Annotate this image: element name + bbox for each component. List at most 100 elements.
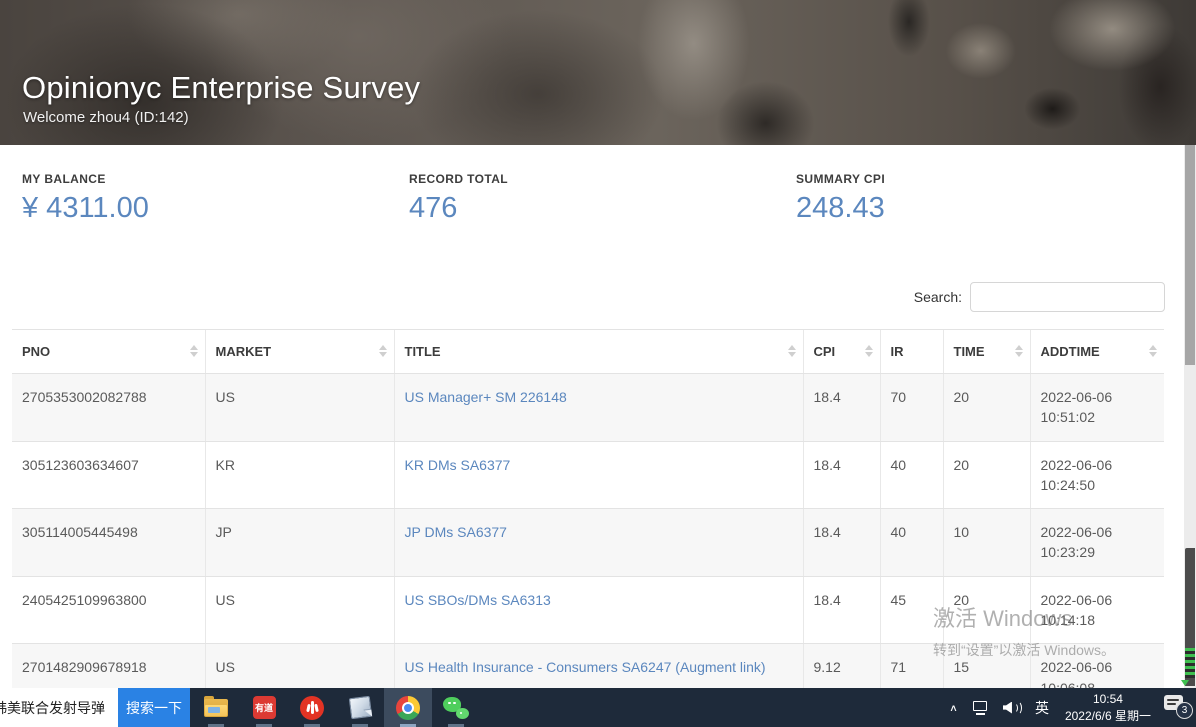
file-explorer-icon	[204, 699, 228, 717]
cell-time: 10	[943, 509, 1030, 577]
cell-addtime: 2022-06-06 10:23:29	[1030, 509, 1164, 577]
cell-time: 20	[943, 441, 1030, 509]
scrollbar-thumb[interactable]	[1185, 145, 1195, 365]
notification-badge: 3	[1176, 702, 1193, 719]
taskbar-item-ximalaya[interactable]	[288, 688, 336, 727]
stat-label: MY BALANCE	[22, 172, 409, 186]
cell-pno: 305123603634607	[12, 441, 205, 509]
survey-title-link[interactable]: KR DMs SA6377	[405, 457, 511, 473]
cell-market: US	[205, 374, 394, 442]
sort-icon[interactable]	[379, 345, 387, 357]
cell-title: JP DMs SA6377	[394, 509, 803, 577]
table-search: Search:	[914, 282, 1165, 312]
stat-value: 248.43	[796, 192, 1183, 225]
download-indicator[interactable]	[1185, 548, 1195, 686]
ximalaya-audio-icon	[300, 696, 324, 720]
table-row: 305114005445498 JP JP DMs SA6377 18.4 40…	[12, 509, 1164, 577]
cell-time: 20	[943, 576, 1030, 644]
column-header-title[interactable]: TITLE	[394, 330, 803, 374]
table-row: 2405425109963800 US US SBOs/DMs SA6313 1…	[12, 576, 1164, 644]
search-input[interactable]	[970, 282, 1165, 312]
cell-market: KR	[205, 441, 394, 509]
tray-volume[interactable]	[996, 688, 1028, 727]
download-arrow-icon	[1181, 680, 1189, 686]
network-icon	[972, 701, 989, 715]
cell-pno: 2405425109963800	[12, 576, 205, 644]
cell-cpi: 18.4	[803, 576, 880, 644]
survey-title-link[interactable]: US SBOs/DMs SA6313	[405, 592, 551, 608]
column-header-market[interactable]: MARKET	[205, 330, 394, 374]
taskbar-item-wechat[interactable]	[432, 688, 480, 727]
sort-icon[interactable]	[788, 345, 796, 357]
cell-addtime: 2022-06-06 10:14:18	[1030, 576, 1164, 644]
column-header-pno[interactable]: PNO	[12, 330, 205, 374]
survey-title-link[interactable]: JP DMs SA6377	[405, 524, 507, 540]
chevron-up-icon: ∧	[949, 702, 958, 713]
stat-my-balance: MY BALANCE ¥ 4311.00	[22, 172, 409, 225]
table-row: 2705353002082788 US US Manager+ SM 22614…	[12, 374, 1164, 442]
taskbar-item-chrome[interactable]	[384, 688, 432, 727]
cell-cpi: 18.4	[803, 441, 880, 509]
taskbar-item-notepad[interactable]	[336, 688, 384, 727]
page: Opinionyc Enterprise Survey Welcome zhou…	[0, 0, 1196, 727]
tray-language[interactable]: 英	[1028, 688, 1056, 727]
windows-taskbar: 韩美联合发射导弹 搜索一下 有道	[0, 688, 1196, 727]
cell-market: JP	[205, 509, 394, 577]
tray-notification-center[interactable]: 3	[1160, 688, 1194, 727]
survey-table: PNO MARKET TITLE CPI IR TIME ADDTIME 270…	[12, 329, 1164, 712]
stats-row: MY BALANCE ¥ 4311.00 RECORD TOTAL 476 SU…	[22, 172, 1183, 225]
cell-title: US SBOs/DMs SA6313	[394, 576, 803, 644]
column-header-ir[interactable]: IR	[880, 330, 943, 374]
cell-ir: 45	[880, 576, 943, 644]
stat-record-total: RECORD TOTAL 476	[409, 172, 796, 225]
page-title: Opinionyc Enterprise Survey	[22, 70, 420, 106]
taskbar-apps: 有道	[192, 688, 480, 727]
download-progress-stripes	[1185, 648, 1195, 678]
cell-ir: 40	[880, 509, 943, 577]
table-row: 305123603634607 KR KR DMs SA6377 18.4 40…	[12, 441, 1164, 509]
cell-time: 20	[943, 374, 1030, 442]
survey-title-link[interactable]: US Health Insurance - Consumers SA6247 (…	[405, 659, 766, 675]
tray-network[interactable]	[965, 688, 996, 727]
cell-addtime: 2022-06-06 10:51:02	[1030, 374, 1164, 442]
taskbar-search-button[interactable]: 搜索一下	[118, 688, 190, 727]
cell-pno: 305114005445498	[12, 509, 205, 577]
column-header-addtime[interactable]: ADDTIME	[1030, 330, 1164, 374]
survey-title-link[interactable]: US Manager+ SM 226148	[405, 389, 567, 405]
cell-pno: 2705353002082788	[12, 374, 205, 442]
taskbar-search-box[interactable]: 韩美联合发射导弹	[0, 688, 118, 727]
search-label: Search:	[914, 289, 962, 305]
clock-date: 2022/6/6 星期一	[1065, 708, 1151, 724]
stat-summary-cpi: SUMMARY CPI 248.43	[796, 172, 1183, 225]
system-tray: ∧ 英 10:54 2022/6/6 星期一	[942, 688, 1196, 727]
taskbar-item-youdao[interactable]: 有道	[240, 688, 288, 727]
sort-icon[interactable]	[1149, 345, 1157, 357]
speaker-icon	[1003, 701, 1021, 715]
cell-market: US	[205, 576, 394, 644]
tray-show-hidden-icons[interactable]: ∧	[942, 688, 965, 727]
notepad-icon	[348, 696, 371, 719]
sort-icon[interactable]	[1015, 345, 1023, 357]
stat-value: 476	[409, 192, 796, 225]
chrome-browser-icon	[396, 696, 420, 720]
cell-cpi: 18.4	[803, 374, 880, 442]
sort-icon[interactable]	[190, 345, 198, 357]
table-header-row: PNO MARKET TITLE CPI IR TIME ADDTIME	[12, 330, 1164, 374]
stat-value: ¥ 4311.00	[22, 192, 409, 225]
cell-cpi: 18.4	[803, 509, 880, 577]
tray-clock[interactable]: 10:54 2022/6/6 星期一	[1056, 691, 1160, 723]
column-header-cpi[interactable]: CPI	[803, 330, 880, 374]
sort-icon[interactable]	[865, 345, 873, 357]
language-indicator: 英	[1035, 698, 1049, 718]
column-header-time[interactable]: TIME	[943, 330, 1030, 374]
cell-addtime: 2022-06-06 10:24:50	[1030, 441, 1164, 509]
clock-time: 10:54	[1093, 691, 1123, 707]
welcome-text: Welcome zhou4 (ID:142)	[23, 109, 189, 126]
stat-label: RECORD TOTAL	[409, 172, 796, 186]
wechat-icon	[443, 696, 469, 720]
taskbar-search-text: 韩美联合发射导弹	[0, 698, 105, 718]
taskbar-item-file-explorer[interactable]	[192, 688, 240, 727]
stat-label: SUMMARY CPI	[796, 172, 1183, 186]
cell-ir: 40	[880, 441, 943, 509]
cell-title: US Manager+ SM 226148	[394, 374, 803, 442]
